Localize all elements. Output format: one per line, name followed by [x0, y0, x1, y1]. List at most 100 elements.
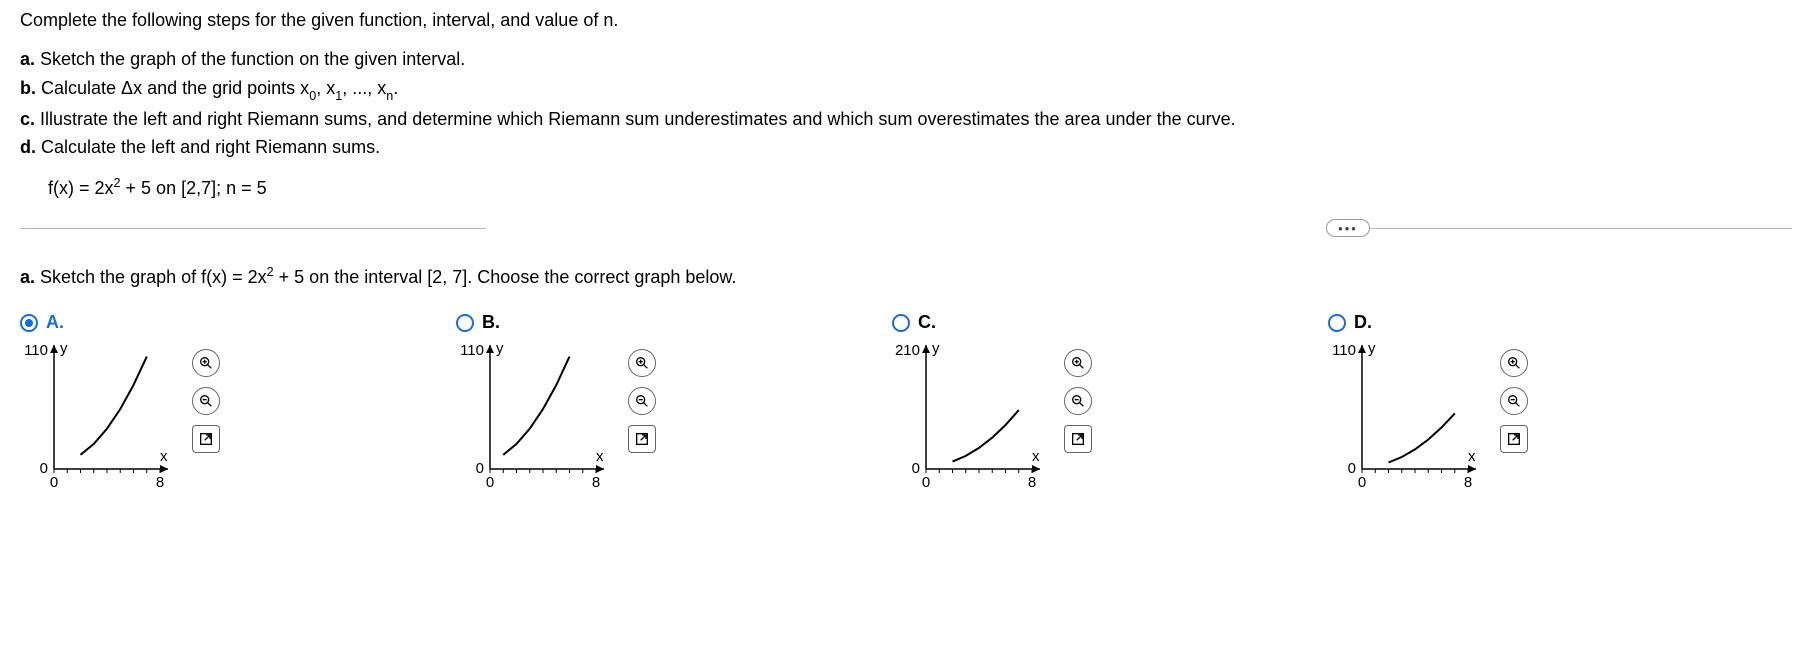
steps-block: a. Sketch the graph of the function on t…: [20, 45, 1792, 162]
radio-A[interactable]: [20, 314, 38, 332]
option-B: B. 110 0 y 0 8 x: [456, 312, 892, 493]
popout-icon[interactable]: [1064, 425, 1092, 453]
zoom-out-icon[interactable]: [192, 387, 220, 415]
x-max-label: 8: [156, 474, 164, 491]
y-axis-label: y: [60, 343, 68, 357]
question-a-sup: 2: [267, 265, 274, 279]
zoom-in-icon[interactable]: [1064, 349, 1092, 377]
popout-icon[interactable]: [192, 425, 220, 453]
y-min-label: 0: [40, 460, 48, 477]
mini-chart-svg: 110 0 y 0 8 x: [1328, 343, 1478, 493]
x-max-label: 8: [1028, 474, 1036, 491]
x-max-label: 8: [592, 474, 600, 491]
x-max-label: 8: [1464, 474, 1472, 491]
icon-stack: [192, 343, 220, 453]
radio-C[interactable]: [892, 314, 910, 332]
option-label: D.: [1354, 312, 1372, 333]
sub-1: 1: [335, 89, 342, 103]
step-d-label: d.: [20, 137, 36, 157]
y-min-label: 0: [476, 460, 484, 477]
y-axis-label: y: [1368, 343, 1376, 357]
step-b-text-4: .: [393, 78, 398, 98]
mini-chart: 110 0 y 0 8 x: [20, 343, 170, 493]
icon-stack: [1064, 343, 1092, 453]
x-axis-label: x: [160, 448, 168, 465]
zoom-out-icon[interactable]: [1500, 387, 1528, 415]
question-a-bold: a.: [20, 267, 35, 287]
mini-chart: 210 0 y 0 8 x: [892, 343, 1042, 493]
more-button[interactable]: •••: [1326, 219, 1370, 237]
chart-area: 110 0 y 0 8 x: [20, 343, 456, 493]
mini-chart-svg: 210 0 y 0 8 x: [892, 343, 1042, 493]
y-max-label: 210: [895, 343, 920, 359]
option-label: B.: [482, 312, 500, 333]
x-axis-label: x: [1468, 448, 1476, 465]
intro-text: Complete the following steps for the giv…: [20, 10, 1792, 31]
step-d: d. Calculate the left and right Riemann …: [20, 133, 1792, 162]
step-c-text: Illustrate the left and right Riemann su…: [35, 109, 1236, 129]
zoom-in-icon[interactable]: [628, 349, 656, 377]
ellipsis-icon: •••: [1338, 222, 1358, 235]
sub-n: n: [386, 89, 393, 103]
icon-stack: [1500, 343, 1528, 453]
question-a-t1: Sketch the graph of f(x) = 2x: [35, 267, 267, 287]
popout-icon[interactable]: [1500, 425, 1528, 453]
step-a: a. Sketch the graph of the function on t…: [20, 45, 1792, 74]
y-max-label: 110: [24, 343, 48, 359]
chart-area: 210 0 y 0 8 x: [892, 343, 1328, 493]
icon-stack: [628, 343, 656, 453]
func-pre: f(x) = 2x: [48, 178, 114, 198]
option-header: C.: [892, 312, 1328, 333]
step-a-label: a.: [20, 49, 35, 69]
step-a-text: Sketch the graph of the function on the …: [35, 49, 465, 69]
radio-D[interactable]: [1328, 314, 1346, 332]
option-D: D. 110 0 y 0 8 x: [1328, 312, 1764, 493]
step-c: c. Illustrate the left and right Riemann…: [20, 105, 1792, 134]
y-axis-label: y: [496, 343, 504, 357]
y-max-label: 110: [460, 343, 484, 359]
radio-B[interactable]: [456, 314, 474, 332]
option-header: D.: [1328, 312, 1764, 333]
x-min-label: 0: [50, 474, 58, 491]
step-b: b. Calculate Δx and the grid points x0, …: [20, 74, 1792, 105]
step-b-text-3: , ..., x: [342, 78, 386, 98]
step-b-label: b.: [20, 78, 36, 98]
options-row: A. 110 0 y 0 8 x B. 110 0 y 0 8 x C. 210: [20, 312, 1792, 493]
divider-line-right: [1326, 228, 1792, 229]
mini-chart: 110 0 y 0 8 x: [456, 343, 606, 493]
zoom-out-icon[interactable]: [1064, 387, 1092, 415]
section-divider: •••: [20, 219, 1792, 237]
sub-0: 0: [309, 89, 316, 103]
step-c-label: c.: [20, 109, 35, 129]
option-header: A.: [20, 312, 456, 333]
mini-chart: 110 0 y 0 8 x: [1328, 343, 1478, 493]
y-axis-label: y: [932, 343, 940, 357]
function-def: f(x) = 2x2 + 5 on [2,7]; n = 5: [48, 176, 1792, 199]
question-a-t2: + 5 on the interval [2, 7]. Choose the c…: [274, 267, 737, 287]
zoom-out-icon[interactable]: [628, 387, 656, 415]
zoom-in-icon[interactable]: [1500, 349, 1528, 377]
mini-chart-svg: 110 0 y 0 8 x: [20, 343, 170, 493]
step-b-text-2: , x: [316, 78, 335, 98]
option-header: B.: [456, 312, 892, 333]
option-label: C.: [918, 312, 936, 333]
mini-chart-svg: 110 0 y 0 8 x: [456, 343, 606, 493]
step-d-text: Calculate the left and right Riemann sum…: [36, 137, 380, 157]
y-max-label: 110: [1332, 343, 1356, 359]
x-axis-label: x: [596, 448, 604, 465]
zoom-in-icon[interactable]: [192, 349, 220, 377]
step-b-text-1: Calculate Δx and the grid points x: [36, 78, 309, 98]
divider-line-left: [20, 228, 486, 229]
func-post: + 5 on [2,7]; n = 5: [121, 178, 267, 198]
y-min-label: 0: [912, 460, 920, 477]
option-C: C. 210 0 y 0 8 x: [892, 312, 1328, 493]
question-a: a. Sketch the graph of f(x) = 2x2 + 5 on…: [20, 265, 1792, 288]
chart-area: 110 0 y 0 8 x: [456, 343, 892, 493]
y-min-label: 0: [1348, 460, 1356, 477]
option-label: A.: [46, 312, 64, 333]
x-min-label: 0: [1358, 474, 1366, 491]
popout-icon[interactable]: [628, 425, 656, 453]
x-min-label: 0: [922, 474, 930, 491]
option-A: A. 110 0 y 0 8 x: [20, 312, 456, 493]
x-min-label: 0: [486, 474, 494, 491]
